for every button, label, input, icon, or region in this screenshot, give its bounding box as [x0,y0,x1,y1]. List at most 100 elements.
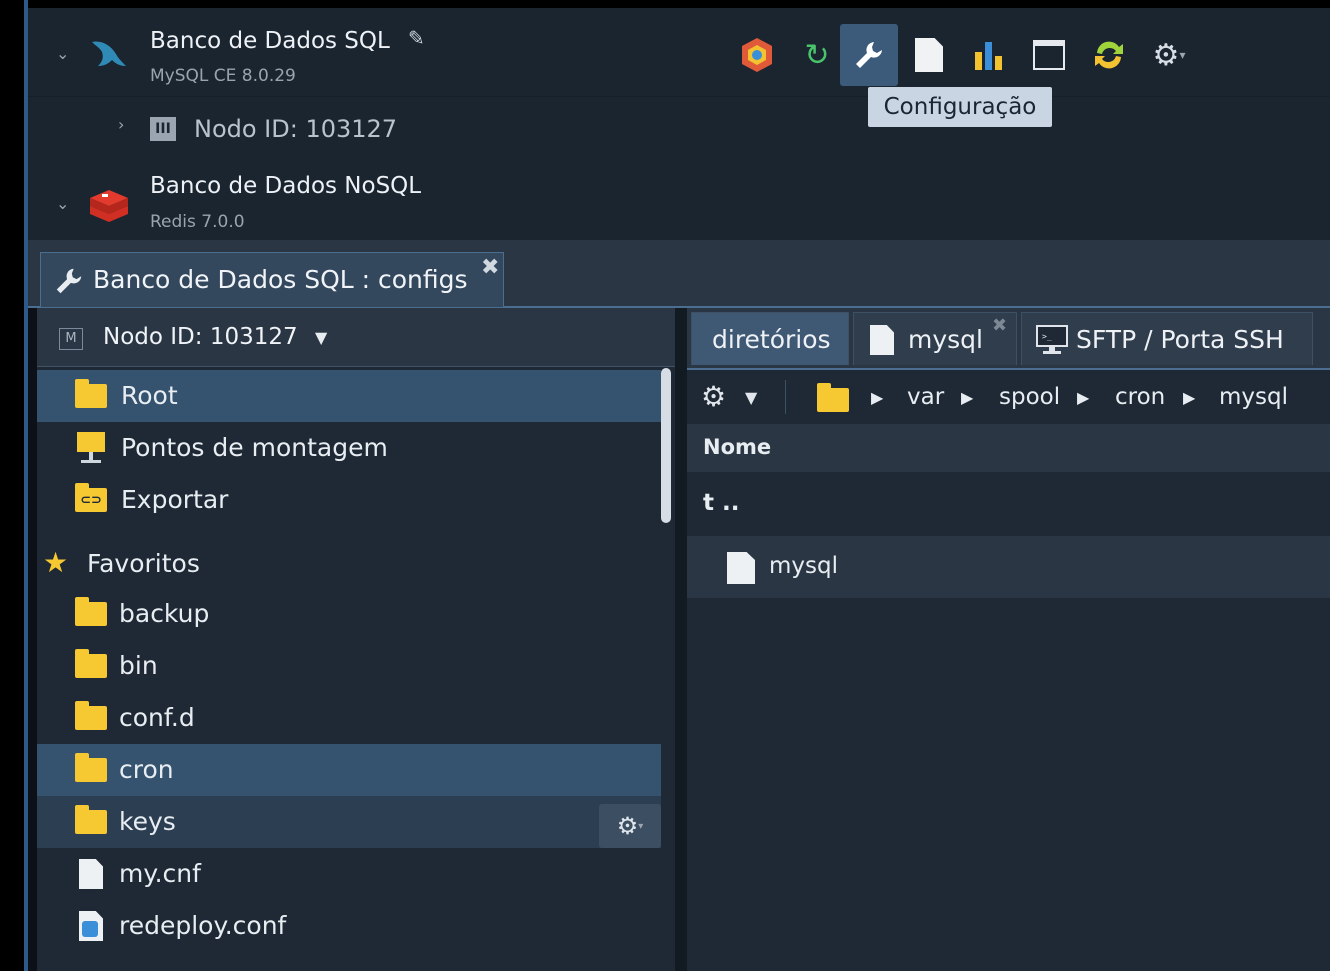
chevron-down-icon[interactable]: ⌄ [56,44,69,63]
restart-icon[interactable]: ↻ [788,24,846,86]
item-settings-button[interactable]: ⚙ ▾ [599,804,661,848]
wrench-icon [53,265,85,301]
tree-item-label: conf.d [119,703,195,732]
favorites-header: ★ Favoritos [37,538,661,590]
tab-label: Banco de Dados SQL : configs [93,265,468,294]
environment-panel: ⌄ Banco de Dados SQL ✎ MySQL CE 8.0.29 ↻ [28,8,1330,240]
svg-text:>_: >_ [1042,332,1052,341]
editor-tabstrip: Banco de Dados SQL : configs ✖ [28,240,1330,308]
close-icon[interactable]: ✖ [992,315,1007,336]
config-tooltip: Configuração [868,87,1052,127]
file-icon [727,552,755,584]
addons-icon[interactable] [728,24,786,86]
table-header[interactable]: Nome [687,424,1330,472]
gear-icon: ⚙ [616,812,639,840]
breadcrumb-arrow-icon: ▶ [1077,388,1090,407]
tree-item-label: Root [121,381,178,410]
tree-item-label: my.cnf [119,859,201,888]
close-icon[interactable]: ✖ [481,255,499,280]
tab-sftp[interactable]: >_ SFTP / Porta SSH [1021,312,1313,365]
node-row-sql[interactable]: ⌄ Banco de Dados SQL ✎ MySQL CE 8.0.29 ↻ [28,8,1330,97]
tab-label: mysql [908,325,983,354]
statistics-icon[interactable] [960,24,1018,86]
tree-item-label: Exportar [121,485,229,514]
star-icon: ★ [43,546,69,579]
breadcrumb-item[interactable]: spool [999,384,1060,410]
node-title: Banco de Dados SQL [150,28,390,54]
breadcrumb-arrow-icon: ▶ [961,388,974,407]
favorite-conf-d[interactable]: conf.d [37,692,661,744]
file-icon [870,325,894,355]
caret-down-icon[interactable]: ▼ [315,328,327,347]
chevron-right-icon[interactable]: › [118,115,124,134]
parent-dir-label: t .. [703,490,740,516]
export-folder-icon: ⊂⊃ [75,483,107,512]
web-ssh-icon[interactable] [1020,24,1078,86]
folder-icon [75,379,107,408]
tab-mysql-file[interactable]: mysql ✖ [853,312,1017,365]
tab-directories[interactable]: diretórios [691,312,849,365]
node-subtitle: Redis 7.0.0 [150,212,245,232]
favorite-cron[interactable]: cron [37,744,661,796]
folder-icon [75,805,107,834]
node-selector-label: Nodo ID: 103127 [103,324,298,350]
node-item-label: Nodo ID: 103127 [194,115,398,143]
favorite-keys[interactable]: keys ⚙ ▾ [37,796,661,848]
breadcrumb: ⚙ ▼ ▶ var ▶ spool ▶ cron ▶ mysql [687,368,1330,426]
chevron-down-icon[interactable]: ⌄ [56,194,69,213]
mount-icon [77,432,105,468]
column-name: Nome [703,435,772,459]
tree-scrollbar[interactable] [661,368,671,523]
folder-icon[interactable] [817,383,849,412]
favorite-backup[interactable]: backup [37,588,661,640]
tab-label: diretórios [712,325,831,354]
mysql-dolphin-icon [88,36,128,76]
breadcrumb-arrow-icon: ▶ [871,388,884,407]
edit-pencil-icon[interactable]: ✎ [408,26,425,50]
config-icon[interactable] [840,24,898,86]
favorite-redeploy-conf[interactable]: redeploy.conf [37,900,661,952]
folder-icon [75,597,107,626]
monitor-icon: >_ [1036,325,1068,359]
folder-icon [75,753,107,782]
breadcrumb-item[interactable]: var [907,384,944,410]
favorite-my-cnf[interactable]: my.cnf [37,848,661,900]
settings-icon[interactable]: ⚙ ▾ [1140,24,1198,86]
folder-icon [75,649,107,678]
tree-item-label: backup [119,599,210,628]
node-selector[interactable]: M Nodo ID: 103127 ▼ [37,308,675,367]
breadcrumb-item[interactable]: cron [1115,384,1165,410]
redeploy-icon[interactable] [1080,24,1138,86]
tree-item-label: keys [119,807,176,836]
folder-icon [75,701,107,730]
tree-item-label: Pontos de montagem [121,433,388,462]
favorites-label: Favoritos [87,549,200,578]
node-item-row[interactable]: › III Nodo ID: 103127 [28,97,1330,167]
file-icon [79,859,103,889]
tree-item-label: redeploy.conf [119,911,287,940]
node-type-icon: III [150,117,176,141]
node-title: Banco de Dados NoSQL [150,173,422,199]
caret-down-icon[interactable]: ▼ [745,388,757,407]
node-badge: M [59,328,83,350]
config-file-icon [79,911,103,941]
node-row-nosql[interactable]: ⌄ Banco de Dados NoSQL Redis 7.0.0 [28,158,1330,240]
table-row[interactable]: mysql [687,536,1330,598]
favorite-bin[interactable]: bin [37,640,661,692]
breadcrumb-item[interactable]: mysql [1219,384,1288,410]
file-name: mysql [769,553,838,579]
browser-tabs: diretórios mysql ✖ >_ SFTP / Porta SSH [687,308,1330,368]
table-row-parent[interactable]: t .. [687,474,1330,536]
breadcrumb-arrow-icon: ▶ [1183,388,1196,407]
breadcrumb-divider [785,380,786,414]
log-icon[interactable] [900,24,958,86]
tab-configs[interactable]: Banco de Dados SQL : configs ✖ [40,252,504,307]
tree-item-root[interactable]: Root [37,370,661,422]
tree-item-label: bin [119,651,158,680]
top-edge [28,0,1330,8]
gear-icon[interactable]: ⚙ [701,380,726,413]
panel-splitter[interactable] [675,308,687,971]
tree-item-label: cron [119,755,174,784]
tree-item-mounts[interactable]: Pontos de montagem [37,422,661,474]
tree-item-export[interactable]: ⊂⊃ Exportar [37,474,661,526]
